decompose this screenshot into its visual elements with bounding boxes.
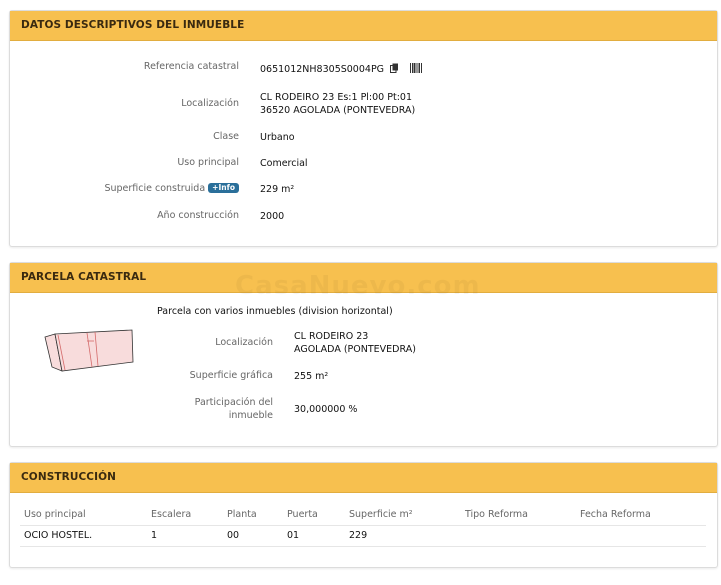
watermark: CasaNuevo.com xyxy=(235,271,481,301)
parcel-part-label-line2: inmueble xyxy=(228,410,273,421)
parcel-description: Parcela con varios inmuebles (division h… xyxy=(157,306,393,317)
uso-value: Comercial xyxy=(260,158,308,169)
parcel-loc-line2: AGOLADA (PONTEVEDRA) xyxy=(294,344,416,355)
parcel-part-label: Participación del inmueble xyxy=(195,396,273,422)
clase-label: Clase xyxy=(213,131,239,142)
cell-escalera: 1 xyxy=(151,530,158,541)
anio-label: Año construcción xyxy=(157,210,239,221)
sup-label: Superficie construida xyxy=(104,183,206,194)
parcel-sup-label: Superficie gráfica xyxy=(189,370,273,381)
construction-title: CONSTRUCCIÓN xyxy=(10,463,717,493)
parcel-loc-value: CL RODEIRO 23 AGOLADA (PONTEVEDRA) xyxy=(294,330,416,356)
header-uso: Uso principal xyxy=(24,509,86,520)
cell-uso: OCIO HOSTEL. xyxy=(24,530,93,541)
cell-planta: 00 xyxy=(227,530,240,541)
loc-value: CL RODEIRO 23 Es:1 Pl:00 Pt:01 36520 AGO… xyxy=(260,91,415,117)
cell-puerta: 01 xyxy=(287,530,300,541)
parcel-part-label-line1: Participación del xyxy=(194,397,273,408)
parcel-part-value: 30,000000 % xyxy=(294,404,358,415)
info-badge[interactable]: +Info xyxy=(208,183,239,193)
ref-value-text[interactable]: 0651012NH8305S0004PG xyxy=(260,64,384,75)
clase-value: Urbano xyxy=(260,132,295,143)
loc-line1: CL RODEIRO 23 Es:1 Pl:00 Pt:01 xyxy=(260,92,412,103)
anio-value: 2000 xyxy=(260,211,285,222)
ref-value: 0651012NH8305S0004PG xyxy=(260,63,423,76)
uso-label: Uso principal xyxy=(177,157,239,168)
barcode-icon[interactable] xyxy=(410,63,423,73)
header-tipo-reforma: Tipo Reforma xyxy=(465,509,529,520)
sup-label-row: Superficie construida +Info xyxy=(104,183,239,194)
construction-panel: CONSTRUCCIÓN Uso principal Escalera Plan… xyxy=(9,462,718,568)
header-superficie: Superficie m² xyxy=(349,509,413,520)
header-planta: Planta xyxy=(227,509,257,520)
cell-superficie: 229 xyxy=(349,530,368,541)
sup-value: 229 m² xyxy=(260,184,295,195)
parcel-sup-value: 255 m² xyxy=(294,371,329,382)
loc-label: Localización xyxy=(181,98,239,109)
parcel-map[interactable] xyxy=(42,327,137,373)
loc-line2: 36520 AGOLADA (PONTEVEDRA) xyxy=(260,105,416,116)
parcel-loc-line1: CL RODEIRO 23 xyxy=(294,331,369,342)
parcel-loc-label: Localización xyxy=(215,337,273,348)
descriptive-data-panel: DATOS DESCRIPTIVOS DEL INMUEBLE Referenc… xyxy=(9,10,718,247)
header-puerta: Puerta xyxy=(287,509,318,520)
descriptive-data-title: DATOS DESCRIPTIVOS DEL INMUEBLE xyxy=(10,11,717,41)
header-fecha-reforma: Fecha Reforma xyxy=(580,509,651,520)
ref-label: Referencia catastral xyxy=(143,61,239,72)
copy-icon[interactable] xyxy=(390,63,399,73)
header-escalera: Escalera xyxy=(151,509,192,520)
